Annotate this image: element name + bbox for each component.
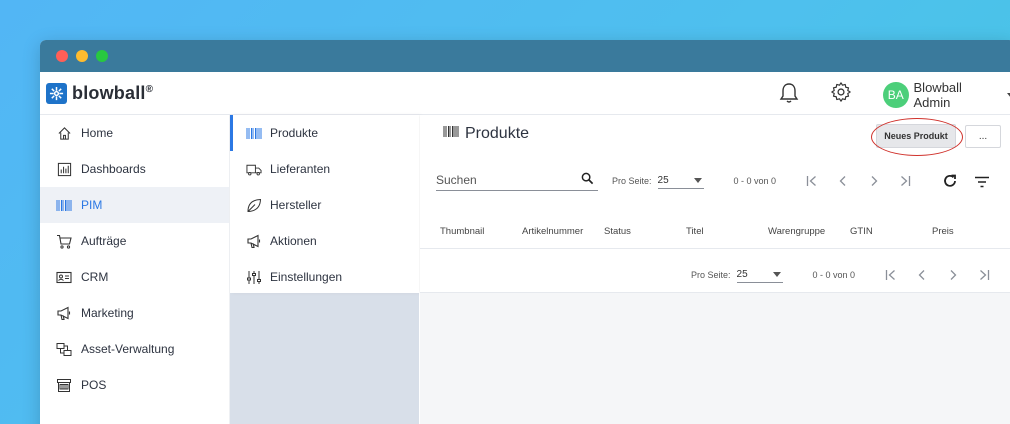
column-header-thumbnail[interactable]: Thumbnail — [440, 226, 484, 237]
sidebar-item-label: PIM — [81, 198, 103, 212]
top-bar: blowball® BA Blowball Admin — [40, 72, 1010, 115]
store-icon — [56, 377, 72, 393]
search-icon[interactable] — [581, 172, 594, 190]
pager-top: Pro Seite: 25 0 - 0 von 0 — [612, 173, 911, 189]
per-page-value: 25 — [657, 175, 669, 186]
search-field[interactable] — [436, 169, 598, 191]
table-header: Thumbnail Artikelnummer Status Titel War… — [420, 215, 1010, 249]
subnav-item-label: Hersteller — [270, 198, 322, 212]
subnav-item-hersteller[interactable]: Hersteller — [230, 187, 419, 223]
first-page-icon[interactable] — [806, 175, 818, 187]
barcode-icon — [56, 197, 72, 213]
sidebar-item-label: POS — [81, 378, 107, 392]
column-header-status[interactable]: Status — [604, 226, 631, 237]
per-page-label: Pro Seite: — [612, 176, 652, 186]
sidebar-item-label: Aufträge — [81, 234, 127, 248]
leaf-icon — [246, 197, 262, 213]
megaphone-icon — [246, 233, 262, 249]
refresh-icon[interactable] — [942, 173, 958, 194]
next-page-icon[interactable] — [868, 175, 880, 187]
column-header-gtin[interactable]: GTIN — [850, 226, 873, 237]
close-window-button[interactable] — [56, 50, 68, 62]
user-name: Blowball Admin — [913, 80, 962, 110]
subnav-item-einstellungen[interactable]: Einstellungen — [230, 259, 419, 295]
sidebar-item-pim[interactable]: PIM — [40, 187, 229, 223]
subnav-list: Produkte Lieferanten Hersteller Aktionen… — [230, 115, 419, 293]
user-menu[interactable]: BA Blowball Admin — [883, 80, 1010, 110]
brand-name: blowball® — [72, 82, 154, 103]
page-title: Produkte — [443, 125, 529, 143]
previous-page-icon[interactable] — [916, 269, 928, 281]
sidebar-item-auftraege[interactable]: Aufträge — [40, 223, 229, 259]
notifications-bell-icon[interactable] — [779, 82, 799, 109]
sidebar-item-label: CRM — [81, 270, 109, 284]
home-icon — [56, 125, 72, 141]
settings-gear-icon[interactable] — [830, 81, 852, 108]
minimize-window-button[interactable] — [76, 50, 88, 62]
page-range: 0 - 0 von 0 — [812, 270, 856, 280]
contact-card-icon — [56, 269, 72, 285]
sidebar-item-label: Marketing — [81, 306, 134, 320]
megaphone-icon — [56, 305, 72, 321]
column-header-artikelnummer[interactable]: Artikelnummer — [522, 226, 583, 237]
sidebar-item-pos[interactable]: POS — [40, 367, 229, 403]
truck-icon — [246, 161, 262, 177]
dashboard-icon — [56, 161, 72, 177]
cart-icon — [56, 233, 72, 249]
subnav-item-label: Einstellungen — [270, 270, 343, 284]
sidebar-item-home[interactable]: Home — [40, 115, 229, 151]
pim-subnav: Produkte Lieferanten Hersteller Aktionen… — [230, 115, 419, 424]
column-header-titel[interactable]: Titel — [686, 226, 704, 237]
pagination-buttons — [885, 269, 990, 281]
per-page-label: Pro Seite: — [691, 270, 731, 280]
main-content: Produkte Neues Produkt ... Pro Seite: 25… — [420, 115, 1010, 424]
last-page-icon[interactable] — [978, 269, 990, 281]
subnav-item-label: Aktionen — [270, 234, 317, 248]
pagination-buttons — [806, 175, 911, 187]
subnav-item-produkte[interactable]: Produkte — [230, 115, 419, 151]
sidebar-item-marketing[interactable]: Marketing — [40, 295, 229, 331]
column-header-warengruppe[interactable]: Warengruppe — [768, 226, 825, 237]
assets-icon — [56, 341, 72, 357]
chevron-down-icon — [693, 178, 702, 183]
page-title-text: Produkte — [465, 125, 530, 142]
chevron-down-icon — [772, 272, 781, 277]
barcode-icon — [246, 125, 262, 141]
sidebar-item-label: Home — [81, 126, 114, 140]
sidebar-item-label: Asset-Verwaltung — [81, 342, 175, 356]
maximize-window-button[interactable] — [96, 50, 108, 62]
sliders-icon — [246, 269, 262, 285]
first-page-icon[interactable] — [885, 269, 897, 281]
products-panel: Produkte Neues Produkt ... Pro Seite: 25… — [420, 115, 1010, 293]
more-actions-button[interactable]: ... — [965, 125, 1001, 148]
subnav-item-label: Lieferanten — [270, 162, 331, 176]
sidebar-item-asset-verwaltung[interactable]: Asset-Verwaltung — [40, 331, 229, 367]
sidebar-item-dashboards[interactable]: Dashboards — [40, 151, 229, 187]
last-page-icon[interactable] — [899, 175, 911, 187]
search-input[interactable] — [436, 172, 576, 187]
barcode-icon — [443, 125, 459, 143]
column-header-preis[interactable]: Preis — [932, 226, 954, 237]
main-sidebar: Home Dashboards PIM Aufträge CRM Marketi… — [40, 115, 230, 424]
window-titlebar — [40, 40, 1010, 72]
next-page-icon[interactable] — [947, 269, 959, 281]
brand-logo[interactable]: blowball® — [46, 82, 154, 104]
sidebar-item-crm[interactable]: CRM — [40, 259, 229, 295]
subnav-item-label: Produkte — [270, 126, 319, 140]
subnav-item-lieferanten[interactable]: Lieferanten — [230, 151, 419, 187]
app-window: blowball® BA Blowball Admin Home Dashboa… — [40, 40, 1010, 424]
sidebar-item-label: Dashboards — [81, 162, 146, 176]
pager-bottom: Pro Seite: 25 0 - 0 von 0 — [691, 267, 990, 283]
subnav-item-aktionen[interactable]: Aktionen — [230, 223, 419, 259]
new-product-button[interactable]: Neues Produkt — [876, 124, 956, 148]
page-range: 0 - 0 von 0 — [733, 176, 777, 186]
filter-icon[interactable] — [974, 175, 990, 193]
per-page-select[interactable]: 25 — [657, 173, 704, 189]
per-page-select[interactable]: 25 — [736, 267, 783, 283]
per-page-value: 25 — [736, 269, 748, 280]
avatar: BA — [883, 82, 909, 108]
previous-page-icon[interactable] — [837, 175, 849, 187]
blowball-logo-icon — [46, 82, 67, 104]
